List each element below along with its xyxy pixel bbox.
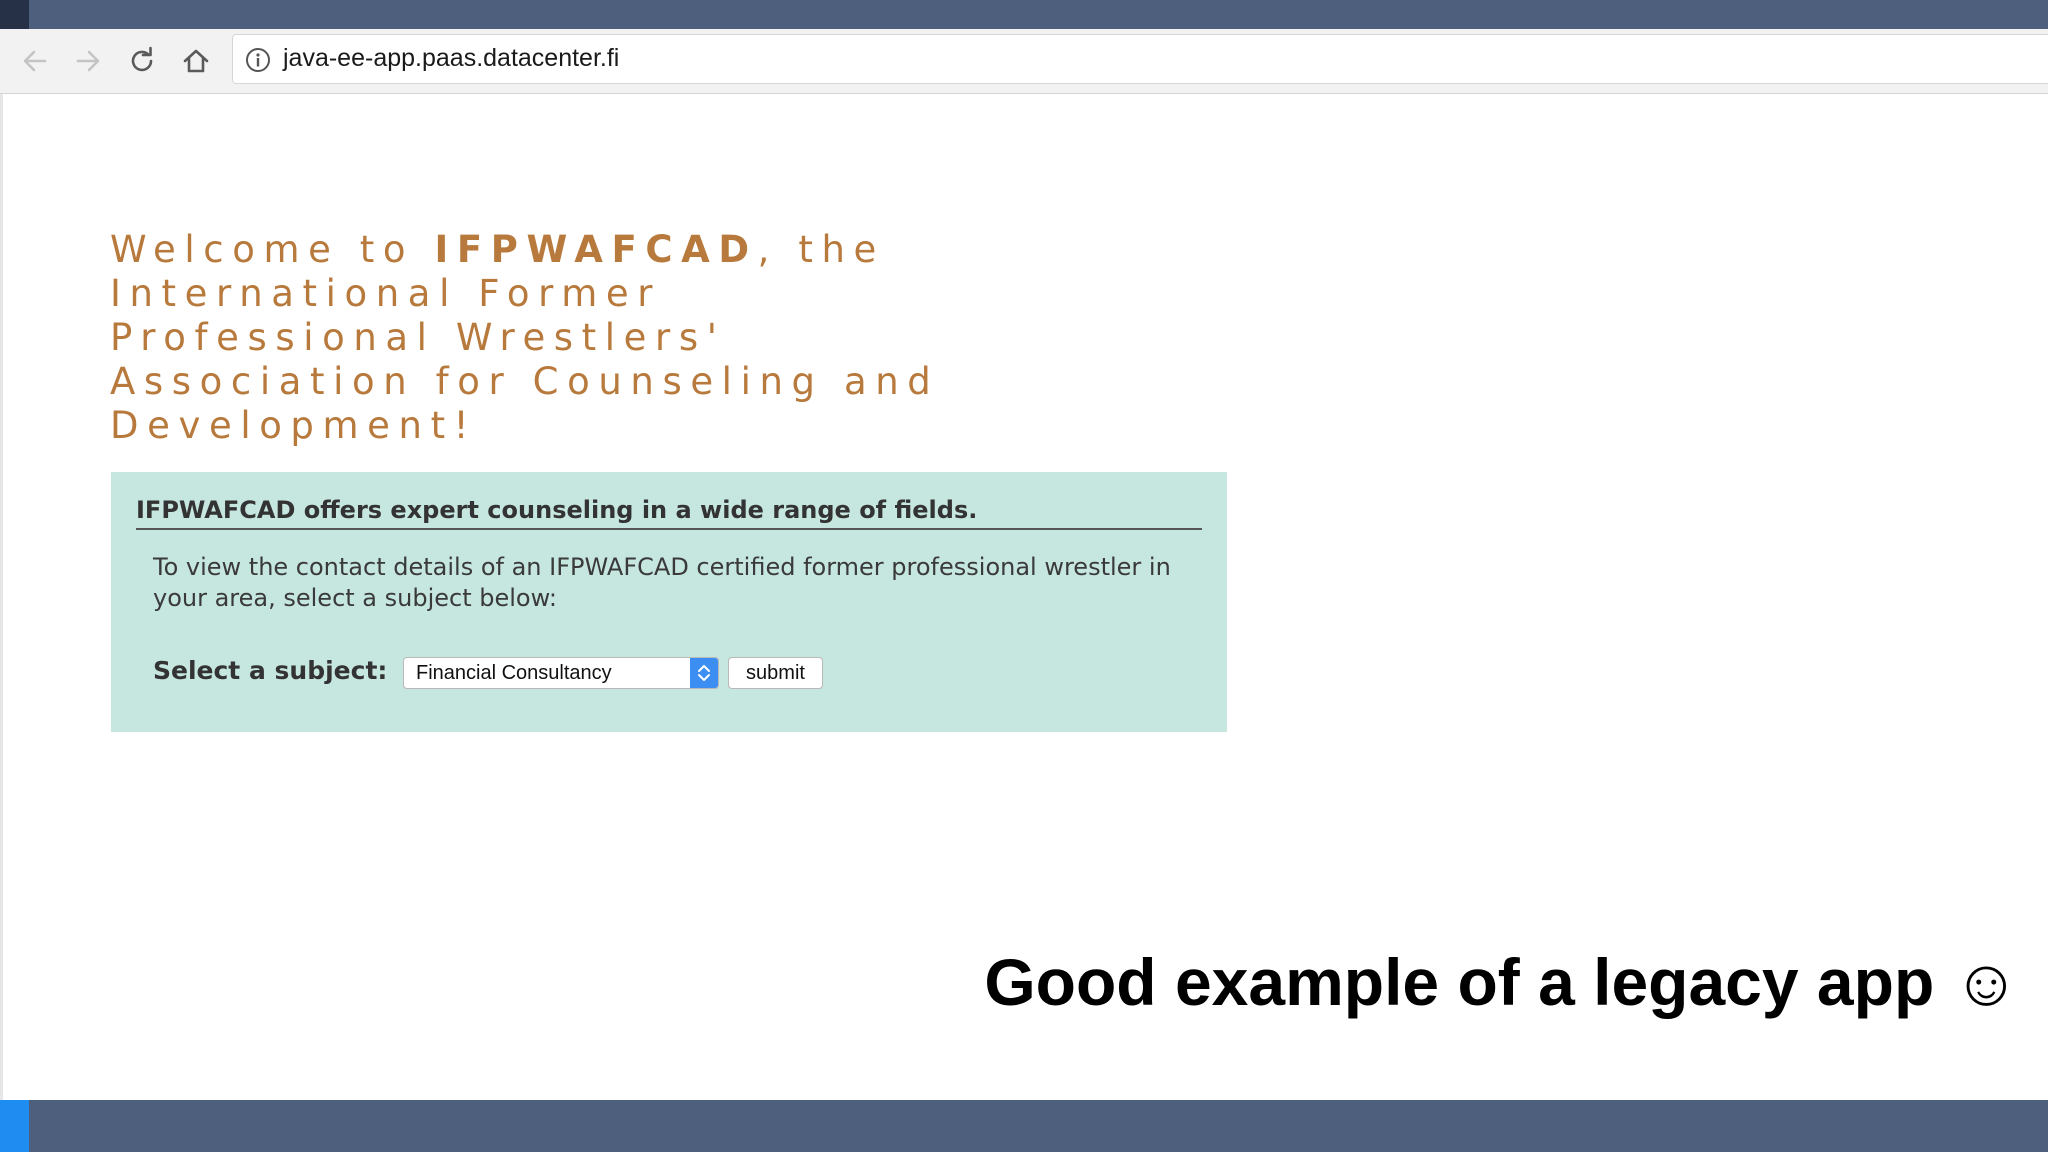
updown-chevron-icon	[690, 658, 718, 688]
slide-bottom-bar	[0, 1100, 2048, 1152]
slide-caption: Good example of a legacy app ☺	[984, 945, 2020, 1019]
address-bar[interactable]: java-ee-app.paas.datacenter.fi	[232, 34, 2048, 84]
select-subject-label: Select a subject:	[153, 656, 388, 685]
slide-frame: java-ee-app.paas.datacenter.fi Welcome t…	[0, 0, 2048, 1152]
slide-top-bar-accent	[0, 0, 29, 29]
slide-left-edge	[0, 29, 3, 1100]
slide-top-bar	[0, 0, 2048, 29]
home-icon[interactable]	[178, 43, 214, 79]
url-text[interactable]: java-ee-app.paas.datacenter.fi	[283, 44, 619, 73]
subject-select-value: Financial Consultancy	[416, 662, 612, 684]
info-icon[interactable]	[245, 47, 271, 73]
reload-icon[interactable]	[124, 43, 160, 79]
panel-description: To view the contact details of an IFPWAF…	[153, 553, 1171, 612]
welcome-heading: Welcome to IFPWAFCAD, the International …	[110, 228, 990, 448]
welcome-brand: IFPWAFCAD	[434, 228, 758, 271]
welcome-prefix: Welcome to	[110, 228, 435, 271]
panel-heading: IFPWAFCAD offers expert counseling in a …	[136, 496, 1202, 530]
back-arrow-icon[interactable]	[17, 43, 53, 79]
subject-select[interactable]: Financial Consultancy	[403, 657, 719, 689]
browser-toolbar: java-ee-app.paas.datacenter.fi	[0, 29, 2048, 94]
forward-arrow-icon[interactable]	[70, 43, 106, 79]
subject-panel: IFPWAFCAD offers expert counseling in a …	[111, 472, 1227, 732]
slide-bottom-bar-accent	[0, 1100, 29, 1152]
submit-button[interactable]: submit	[728, 657, 823, 689]
